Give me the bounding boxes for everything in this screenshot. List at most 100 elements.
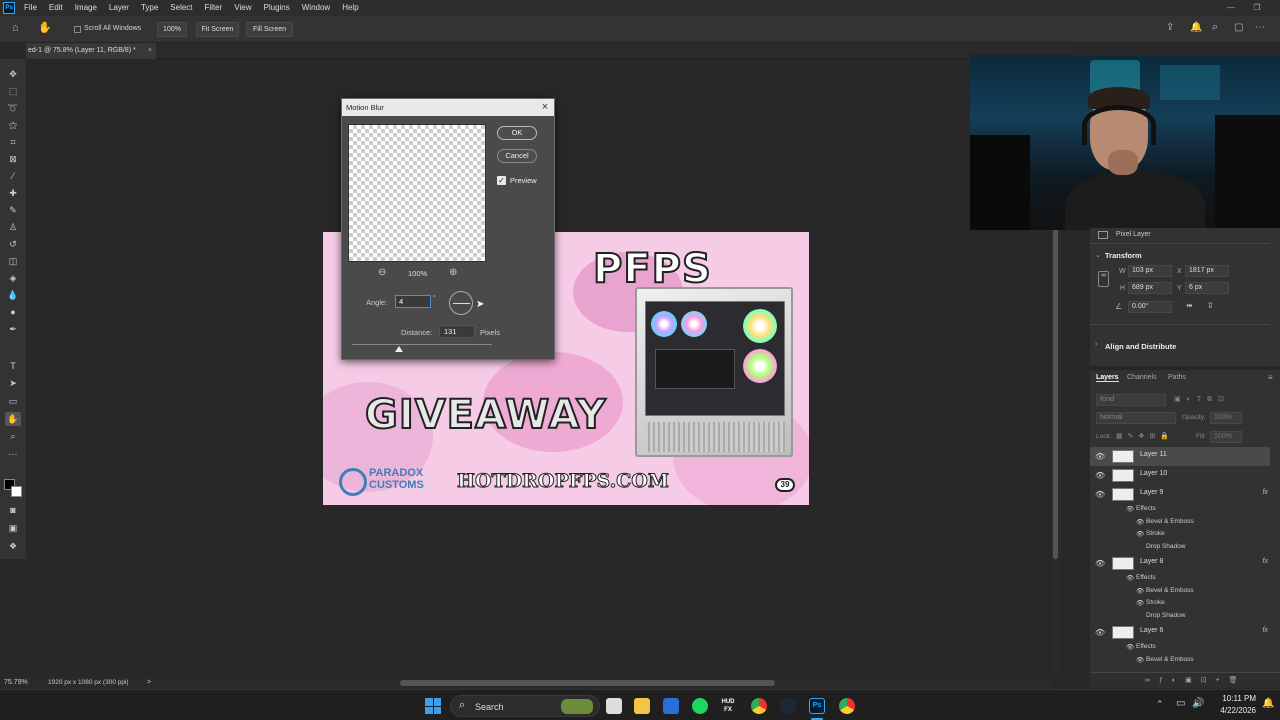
- layer-fx-badge[interactable]: fx: [1263, 489, 1268, 496]
- task-view-icon[interactable]: [606, 698, 622, 714]
- menu-plugins[interactable]: Plugins: [258, 0, 296, 16]
- dodge-tool-icon[interactable]: ●: [5, 305, 21, 319]
- fill-screen-button[interactable]: Fill Screen: [246, 22, 293, 37]
- chrome-profile-icon[interactable]: [839, 698, 855, 714]
- clock-time[interactable]: 10:11 PM: [1216, 694, 1256, 703]
- menu-type[interactable]: Type: [135, 0, 164, 16]
- effect-eye-icon[interactable]: 👁: [1136, 587, 1144, 595]
- pen-tool-icon[interactable]: ✒: [5, 322, 21, 336]
- effects-eye-icon[interactable]: 👁: [1126, 643, 1134, 651]
- distance-input[interactable]: 131: [439, 325, 475, 338]
- lock-icons[interactable]: ▦✎✥⊞🔒: [1116, 432, 1174, 440]
- layer-row[interactable]: 👁 Layer 10: [1090, 466, 1270, 485]
- zoom-100-button[interactable]: 100%: [157, 22, 187, 37]
- hud-fx-icon[interactable]: HUD FX: [720, 698, 736, 714]
- screen-mode-icon[interactable]: ▣: [5, 521, 21, 535]
- visibility-eye-icon[interactable]: 👁: [1095, 452, 1105, 461]
- hand-tool-icon[interactable]: ✋: [38, 21, 52, 34]
- visibility-eye-icon[interactable]: 👁: [1095, 490, 1105, 499]
- tab-layers[interactable]: Layers: [1096, 374, 1119, 382]
- ok-button[interactable]: OK: [497, 126, 537, 140]
- quick-mask-icon[interactable]: ◙: [5, 503, 21, 517]
- menu-layer[interactable]: Layer: [103, 0, 135, 16]
- menu-edit[interactable]: Edit: [43, 0, 69, 16]
- layer-fx-badge[interactable]: fx: [1263, 558, 1268, 565]
- x-field[interactable]: 1817 px: [1185, 265, 1229, 277]
- close-tab-icon[interactable]: ×: [148, 43, 152, 59]
- lasso-tool-icon[interactable]: ➰: [5, 101, 21, 115]
- zoom-out-icon[interactable]: ⊖: [378, 267, 386, 278]
- history-brush-icon[interactable]: ↺: [5, 237, 21, 251]
- layer-row[interactable]: 👁 Layer 11: [1090, 447, 1270, 466]
- layer-kind-filter[interactable]: Kind: [1096, 394, 1166, 406]
- menu-help[interactable]: Help: [336, 0, 364, 16]
- effect-eye-icon[interactable]: 👁: [1136, 530, 1144, 538]
- eraser-tool-icon[interactable]: ◫: [5, 254, 21, 268]
- panel-menu-icon[interactable]: ≡: [1268, 373, 1273, 382]
- zoom-level-status[interactable]: 75.79%: [4, 679, 28, 686]
- blur-preview-area[interactable]: [348, 124, 486, 262]
- share-icon[interactable]: ⇪: [1166, 22, 1174, 33]
- opacity-field[interactable]: 100%: [1210, 412, 1242, 424]
- flip-horizontal-icon[interactable]: ⇹: [1186, 301, 1193, 310]
- paint-bucket-icon[interactable]: ◈: [5, 271, 21, 285]
- layer-row[interactable]: 👁 Layer 8 fx: [1090, 554, 1270, 573]
- scroll-all-checkbox[interactable]: [74, 26, 81, 33]
- distance-slider-track[interactable]: [352, 344, 492, 345]
- link-icon[interactable]: ∞: [1098, 271, 1109, 287]
- tab-paths[interactable]: Paths: [1168, 374, 1186, 381]
- height-field[interactable]: 689 px: [1128, 282, 1172, 294]
- path-select-icon[interactable]: ➤: [5, 376, 21, 390]
- layer-fx-badge[interactable]: fx: [1263, 627, 1268, 634]
- hand-tool-icon[interactable]: ✋: [5, 412, 21, 426]
- rotation-field[interactable]: 0.00°: [1128, 301, 1172, 313]
- stamp-tool-icon[interactable]: ♙: [5, 220, 21, 234]
- angle-input[interactable]: 4: [395, 295, 431, 308]
- frame-tool-icon[interactable]: ⊠: [5, 152, 21, 166]
- layer-action-icons[interactable]: ∞ƒ◐▣⊡+🗑: [1145, 676, 1247, 684]
- brush-tool-icon[interactable]: ✎: [5, 203, 21, 217]
- y-field[interactable]: 6 px: [1185, 282, 1229, 294]
- more-tools-icon[interactable]: ···: [5, 447, 21, 461]
- healing-tool-icon[interactable]: ✚: [5, 186, 21, 200]
- blend-mode-select[interactable]: Normal: [1096, 412, 1176, 424]
- menu-image[interactable]: Image: [69, 0, 103, 16]
- menu-view[interactable]: View: [228, 0, 257, 16]
- photoshop-taskbar-icon[interactable]: Ps: [809, 698, 825, 714]
- home-icon[interactable]: ⌂: [12, 22, 19, 34]
- flip-vertical-icon[interactable]: ⇳: [1207, 301, 1214, 310]
- volume-icon[interactable]: 🔊: [1192, 698, 1204, 709]
- bell-icon[interactable]: 🔔: [1190, 22, 1202, 33]
- generative-icon[interactable]: ❖: [5, 539, 21, 553]
- effect-eye-icon[interactable]: 👁: [1136, 656, 1144, 664]
- minimize-icon[interactable]: —: [1218, 0, 1244, 16]
- restore-icon[interactable]: ❐: [1244, 0, 1270, 16]
- move-tool-icon[interactable]: ✥: [5, 67, 21, 81]
- preview-checkbox[interactable]: ✓: [497, 176, 506, 185]
- menu-filter[interactable]: Filter: [199, 0, 229, 16]
- marquee-tool-icon[interactable]: ⬚: [5, 84, 21, 98]
- steam-icon[interactable]: [780, 698, 796, 714]
- type-tool-icon[interactable]: T: [5, 359, 21, 373]
- tray-overflow-icon[interactable]: ⌃: [1156, 699, 1164, 710]
- visibility-eye-icon[interactable]: 👁: [1095, 559, 1105, 568]
- layer-row[interactable]: 👁 Layer 9 fx: [1090, 485, 1270, 504]
- fill-field[interactable]: 100%: [1210, 431, 1242, 443]
- chrome-icon[interactable]: [751, 698, 767, 714]
- effect-eye-icon[interactable]: 👁: [1136, 599, 1144, 607]
- layer-row[interactable]: 👁 Layer 6 fx: [1090, 623, 1270, 642]
- chevron-right-icon[interactable]: ›: [1095, 341, 1097, 348]
- file-explorer-icon[interactable]: [634, 698, 650, 714]
- distance-slider-thumb[interactable]: [395, 346, 403, 352]
- background-color-swatch[interactable]: [11, 486, 22, 497]
- width-field[interactable]: 103 px: [1128, 265, 1172, 277]
- cancel-button[interactable]: Cancel: [497, 149, 537, 163]
- zoom-tool-icon[interactable]: ⌕: [5, 429, 21, 443]
- effects-eye-icon[interactable]: 👁: [1126, 574, 1134, 582]
- clock-date[interactable]: 4/22/2026: [1212, 706, 1256, 715]
- workspace-icon[interactable]: ▢: [1234, 22, 1243, 33]
- chevron-down-icon[interactable]: ⌄: [1095, 251, 1101, 259]
- blur-tool-icon[interactable]: 💧: [5, 288, 21, 302]
- menu-file[interactable]: File: [18, 0, 43, 16]
- search-icon[interactable]: ⌕: [1212, 21, 1218, 34]
